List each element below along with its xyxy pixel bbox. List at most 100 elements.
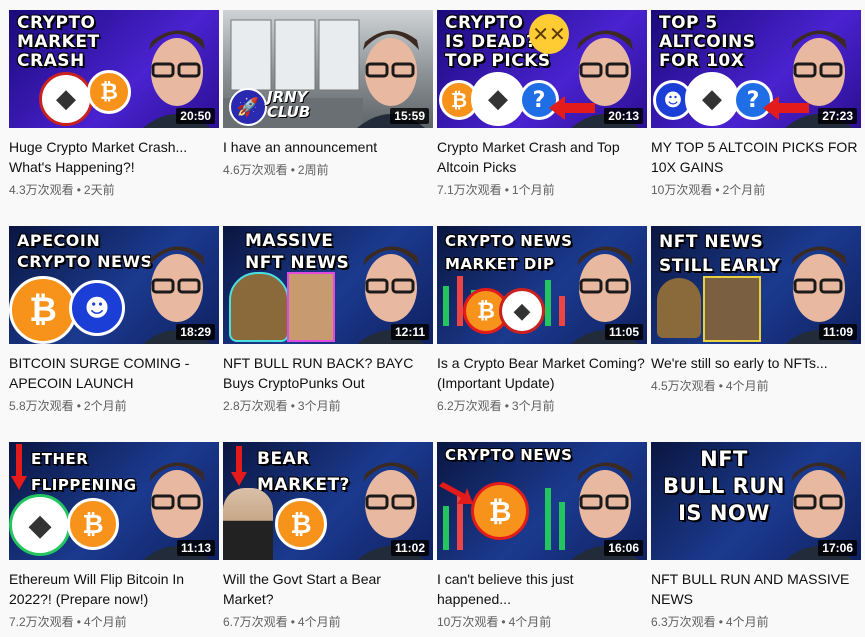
video-title[interactable]: We're still so early to NFTs... [651,353,861,373]
bitcoin-icon: ₿ [9,276,77,344]
video-title[interactable]: Is a Crypto Bear Market Coming? (Importa… [437,353,647,393]
view-count: 4.5万次观看 [651,379,716,393]
video-meta: 4.5万次观看 • 4个月前 [651,377,861,395]
ethereum-icon: ◆ [499,288,545,334]
video-thumbnail[interactable]: CRYPTO IS DEAD? TOP PICKS ✕✕ ₿ ◆ ? 20:13 [437,10,647,128]
video-meta: 2.8万次观看 • 3个月前 [223,397,433,415]
video-meta: 10万次观看 • 4个月前 [437,613,647,631]
video-card[interactable]: CRYPTO IS DEAD? TOP PICKS ✕✕ ₿ ◆ ? 20:13… [437,10,647,199]
video-title[interactable]: NFT BULL RUN AND MASSIVE NEWS [651,569,861,609]
dizzy-emoji-icon: ✕✕ [529,14,569,54]
video-thumbnail[interactable]: BEAR MARKET? ₿ 11:02 [223,442,433,560]
video-title[interactable]: Crypto Market Crash and Top Altcoin Pick… [437,137,647,177]
video-card[interactable]: APECOIN CRYPTO NEWS ₿ ☻ 18:29 BITCOIN SU… [9,226,219,415]
video-thumbnail[interactable]: NFT NEWS STILL EARLY 11:09 [651,226,861,344]
thumbnail-text: CRYPTO NEWS [445,446,573,464]
upload-age: 4个月前 [725,615,769,629]
view-count: 10万次观看 [651,183,713,197]
video-title[interactable]: I can't believe this just happened... [437,569,647,609]
meta-separator: • [76,183,81,197]
video-thumbnail[interactable]: TOP 5 ALTCOINS FOR 10X ☻ ◆ ? 27:23 [651,10,861,128]
video-card[interactable]: ETHER FLIPPENING ◆ ₿ 11:13 Ethereum Will… [9,442,219,631]
meta-separator: • [504,183,509,197]
video-duration: 12:11 [390,324,429,340]
video-card[interactable]: NFT BULL RUN IS NOW 17:06 NFT BULL RUN A… [651,442,861,631]
video-duration: 11:13 [176,540,215,556]
video-title[interactable]: Huge Crypto Market Crash... What's Happe… [9,137,219,177]
video-meta: 4.6万次观看 • 2周前 [223,161,433,179]
video-title[interactable]: BITCOIN SURGE COMING - APECOIN LAUNCH [9,353,219,393]
view-count: 6.7万次观看 [223,615,288,629]
view-count: 10万次观看 [437,615,499,629]
upload-age: 2天前 [83,183,115,197]
video-card[interactable]: CRYPTO MARKET CRASH ◆ ₿ 20:50 Huge Crypt… [9,10,219,199]
upload-age: 1个月前 [511,183,555,197]
thumbnail-text: CRYPTO NEWS MARKET DIP [445,232,573,273]
ethereum-icon: ◆ [685,72,739,126]
video-card[interactable]: TOP 5 ALTCOINS FOR 10X ☻ ◆ ? 27:23 MY TO… [651,10,861,199]
video-title[interactable]: Ethereum Will Flip Bitcoin In 2022?! (Pr… [9,569,219,609]
video-card[interactable]: CRYPTO NEWS MARKET DIP ₿ ◆ 11:05 Is a Cr… [437,226,647,415]
upload-age: 2周前 [297,163,329,177]
video-thumbnail[interactable]: APECOIN CRYPTO NEWS ₿ ☻ 18:29 [9,226,219,344]
video-card[interactable]: NFT NEWS STILL EARLY 11:09 We're still s… [651,226,861,395]
thumbnail-text: NFT NEWS STILL EARLY [659,232,781,276]
view-count: 2.8万次观看 [223,399,288,413]
red-arrow-icon [763,96,809,120]
meta-separator: • [715,183,720,197]
video-card[interactable]: CRYPTO NEWS ₿ 16:06 I can't believe this… [437,442,647,631]
official-portrait-image [223,488,273,560]
video-duration: 20:13 [604,108,643,124]
video-thumbnail[interactable]: NFT BULL RUN IS NOW 17:06 [651,442,861,560]
cryptopunk-nft-image [703,276,761,342]
upload-age: 3个月前 [297,399,341,413]
view-count: 4.3万次观看 [9,183,74,197]
meta-separator: • [290,615,295,629]
video-thumbnail[interactable]: CRYPTO NEWS ₿ 16:06 [437,442,647,560]
upload-age: 2个月前 [83,399,127,413]
jrny-club-logo: JRNY CLUB [267,88,311,121]
red-arrow-icon [549,96,595,120]
upload-age: 4个月前 [508,615,552,629]
bitcoin-icon: ₿ [275,498,327,550]
video-card[interactable]: BEAR MARKET? ₿ 11:02 Will the Govt Start… [223,442,433,631]
video-card[interactable]: 🚀 JRNY CLUB 15:59 I have an announcement… [223,10,433,179]
video-duration: 15:59 [390,108,429,124]
upload-age: 4个月前 [297,615,341,629]
video-grid: CRYPTO MARKET CRASH ◆ ₿ 20:50 Huge Crypt… [0,0,865,637]
upload-age: 2个月前 [722,183,766,197]
video-thumbnail[interactable]: CRYPTO MARKET CRASH ◆ ₿ 20:50 [9,10,219,128]
view-count: 7.2万次观看 [9,615,74,629]
video-duration: 17:06 [818,540,857,556]
video-thumbnail[interactable]: ETHER FLIPPENING ◆ ₿ 11:13 [9,442,219,560]
bored-ape-nft-image [229,272,289,342]
thumbnail-text: NFT BULL RUN IS NOW [663,447,785,525]
video-duration: 11:05 [604,324,643,340]
view-count: 5.8万次观看 [9,399,74,413]
bitcoin-icon: ₿ [87,70,131,114]
meta-separator: • [290,399,295,413]
video-title[interactable]: I have an announcement [223,137,433,157]
view-count: 7.1万次观看 [437,183,502,197]
view-count: 4.6万次观看 [223,163,288,177]
red-arrow-icon [11,444,27,490]
video-meta: 4.3万次观看 • 2天前 [9,181,219,199]
video-thumbnail[interactable]: CRYPTO NEWS MARKET DIP ₿ ◆ 11:05 [437,226,647,344]
meta-separator: • [76,399,81,413]
video-duration: 16:06 [604,540,643,556]
video-title[interactable]: Will the Govt Start a Bear Market? [223,569,433,609]
ethereum-icon: ◆ [39,72,93,126]
bored-ape-nft-image [657,278,701,338]
meta-separator: • [718,379,723,393]
video-card[interactable]: MASSIVE NFT NEWS 12:11 NFT BULL RUN BACK… [223,226,433,415]
video-duration: 20:50 [176,108,215,124]
video-title[interactable]: NFT BULL RUN BACK? BAYC Buys CryptoPunks… [223,353,433,393]
video-title[interactable]: MY TOP 5 ALTCOIN PICKS FOR 10X GAINS [651,137,861,177]
video-duration: 11:02 [390,540,429,556]
ethereum-icon: ◆ [471,72,525,126]
bitcoin-icon: ₿ [67,498,119,550]
video-thumbnail[interactable]: 🚀 JRNY CLUB 15:59 [223,10,433,128]
upload-age: 3个月前 [511,399,555,413]
video-meta: 10万次观看 • 2个月前 [651,181,861,199]
video-thumbnail[interactable]: MASSIVE NFT NEWS 12:11 [223,226,433,344]
